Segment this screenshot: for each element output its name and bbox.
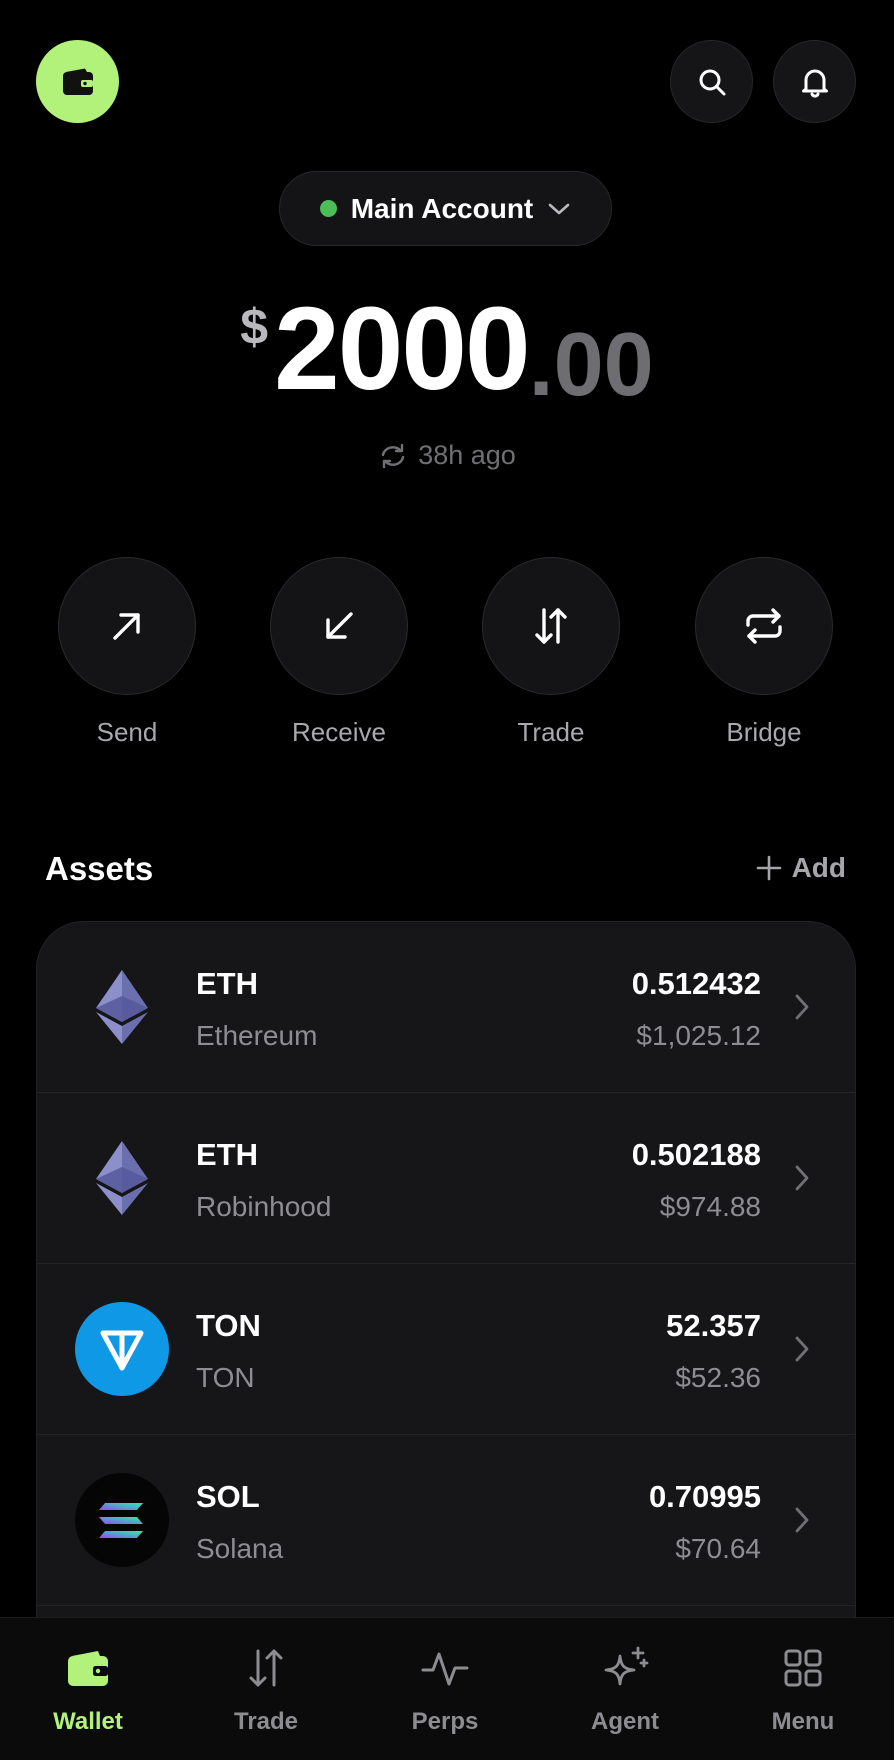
swap-vertical-icon	[531, 606, 571, 646]
notifications-button[interactable]	[773, 40, 856, 123]
solana-icon	[75, 1473, 169, 1567]
wallet-icon	[61, 67, 95, 97]
last-sync[interactable]: 38h ago	[0, 440, 894, 471]
account-name: Main Account	[350, 192, 534, 224]
nav-item-menu[interactable]: Menu	[738, 1644, 868, 1736]
account-status-dot	[319, 200, 337, 217]
asset-amount: 0.512432	[631, 966, 761, 1001]
asset-name: Solana	[196, 1533, 284, 1564]
account-selector[interactable]: Main Account	[279, 171, 612, 246]
bottom-nav: Wallet Trade Perps Agent Menu	[0, 1617, 894, 1760]
bridge-action[interactable]: Bridge	[694, 557, 834, 748]
pulse-icon	[421, 1644, 469, 1692]
last-sync-text: 38h ago	[418, 440, 516, 470]
chevron-right-icon	[793, 1163, 811, 1193]
bridge-label: Bridge	[726, 717, 802, 747]
balance-integer: 2000	[274, 283, 531, 415]
receive-button[interactable]	[270, 557, 408, 695]
asset-row-eth-robinhood[interactable]: ETH Robinhood 0.502188 $974.88	[37, 1093, 855, 1264]
nav-label-trade: Trade	[233, 1708, 299, 1735]
asset-symbol: ETH	[196, 1137, 258, 1172]
ton-icon	[75, 1302, 169, 1396]
asset-value: $974.88	[659, 1191, 761, 1222]
nav-item-wallet[interactable]: Wallet	[23, 1644, 153, 1736]
receive-action[interactable]: Receive	[269, 557, 409, 748]
repeat-icon	[743, 607, 785, 645]
bridge-button[interactable]	[695, 557, 833, 695]
search-button[interactable]	[670, 40, 753, 123]
asset-symbol: TON	[196, 1308, 261, 1343]
chevron-down-icon	[547, 201, 571, 217]
swap-vertical-icon	[246, 1644, 286, 1692]
wallet-avatar-button[interactable]	[36, 40, 119, 123]
chevron-right-icon	[793, 992, 811, 1022]
assets-list: ETH Ethereum 0.512432 $1,025.12 ETH Robi…	[36, 921, 856, 1621]
arrow-down-left-icon	[321, 608, 357, 644]
balance-currency: $	[240, 299, 269, 355]
grid-icon	[783, 1644, 823, 1692]
nav-label-agent: Agent	[591, 1708, 659, 1735]
sparkle-icon	[600, 1644, 650, 1692]
arrow-up-right-icon	[109, 608, 145, 644]
asset-name: Robinhood	[196, 1191, 332, 1222]
chevron-right-icon	[793, 1505, 811, 1535]
asset-value: $52.36	[675, 1362, 761, 1393]
asset-name: TON	[196, 1362, 255, 1393]
add-asset-label: Add	[791, 852, 846, 883]
send-action[interactable]: Send	[57, 557, 197, 748]
asset-row-ton[interactable]: TON TON 52.357 $52.36	[37, 1264, 855, 1435]
ethereum-icon	[75, 960, 169, 1054]
trade-action[interactable]: Trade	[481, 557, 621, 748]
balance-decimal: .00	[528, 315, 654, 415]
wallet-icon	[66, 1644, 110, 1692]
receive-label: Receive	[292, 717, 386, 747]
nav-item-agent[interactable]: Agent	[560, 1644, 690, 1736]
refresh-icon	[378, 443, 408, 469]
bell-icon	[799, 65, 831, 99]
trade-label: Trade	[517, 717, 585, 747]
ethereum-icon	[75, 1131, 169, 1225]
asset-row-sol[interactable]: SOL Solana 0.70995 $70.64	[37, 1435, 855, 1606]
total-balance: $ 2000 .00	[0, 290, 894, 410]
asset-symbol: SOL	[196, 1479, 260, 1514]
nav-label-perps: Perps	[411, 1708, 479, 1735]
plus-icon	[756, 855, 782, 881]
send-button[interactable]	[58, 557, 196, 695]
asset-amount: 52.357	[666, 1308, 761, 1343]
nav-label-wallet: Wallet	[53, 1708, 123, 1735]
trade-button[interactable]	[482, 557, 620, 695]
asset-name: Ethereum	[196, 1020, 318, 1051]
asset-value: $70.64	[675, 1533, 761, 1564]
nav-item-trade[interactable]: Trade	[201, 1644, 331, 1736]
asset-row-eth-ethereum[interactable]: ETH Ethereum 0.512432 $1,025.12	[37, 922, 855, 1093]
asset-value: $1,025.12	[636, 1020, 761, 1051]
assets-heading: Assets	[45, 850, 154, 887]
nav-item-perps[interactable]: Perps	[380, 1644, 510, 1736]
asset-amount: 0.70995	[648, 1479, 761, 1514]
chevron-right-icon	[793, 1334, 811, 1364]
send-label: Send	[96, 717, 158, 747]
asset-amount: 0.502188	[631, 1137, 761, 1172]
search-icon	[696, 66, 728, 98]
add-asset-button[interactable]: Add	[756, 852, 846, 884]
nav-label-menu: Menu	[771, 1708, 835, 1735]
asset-symbol: ETH	[196, 966, 258, 1001]
